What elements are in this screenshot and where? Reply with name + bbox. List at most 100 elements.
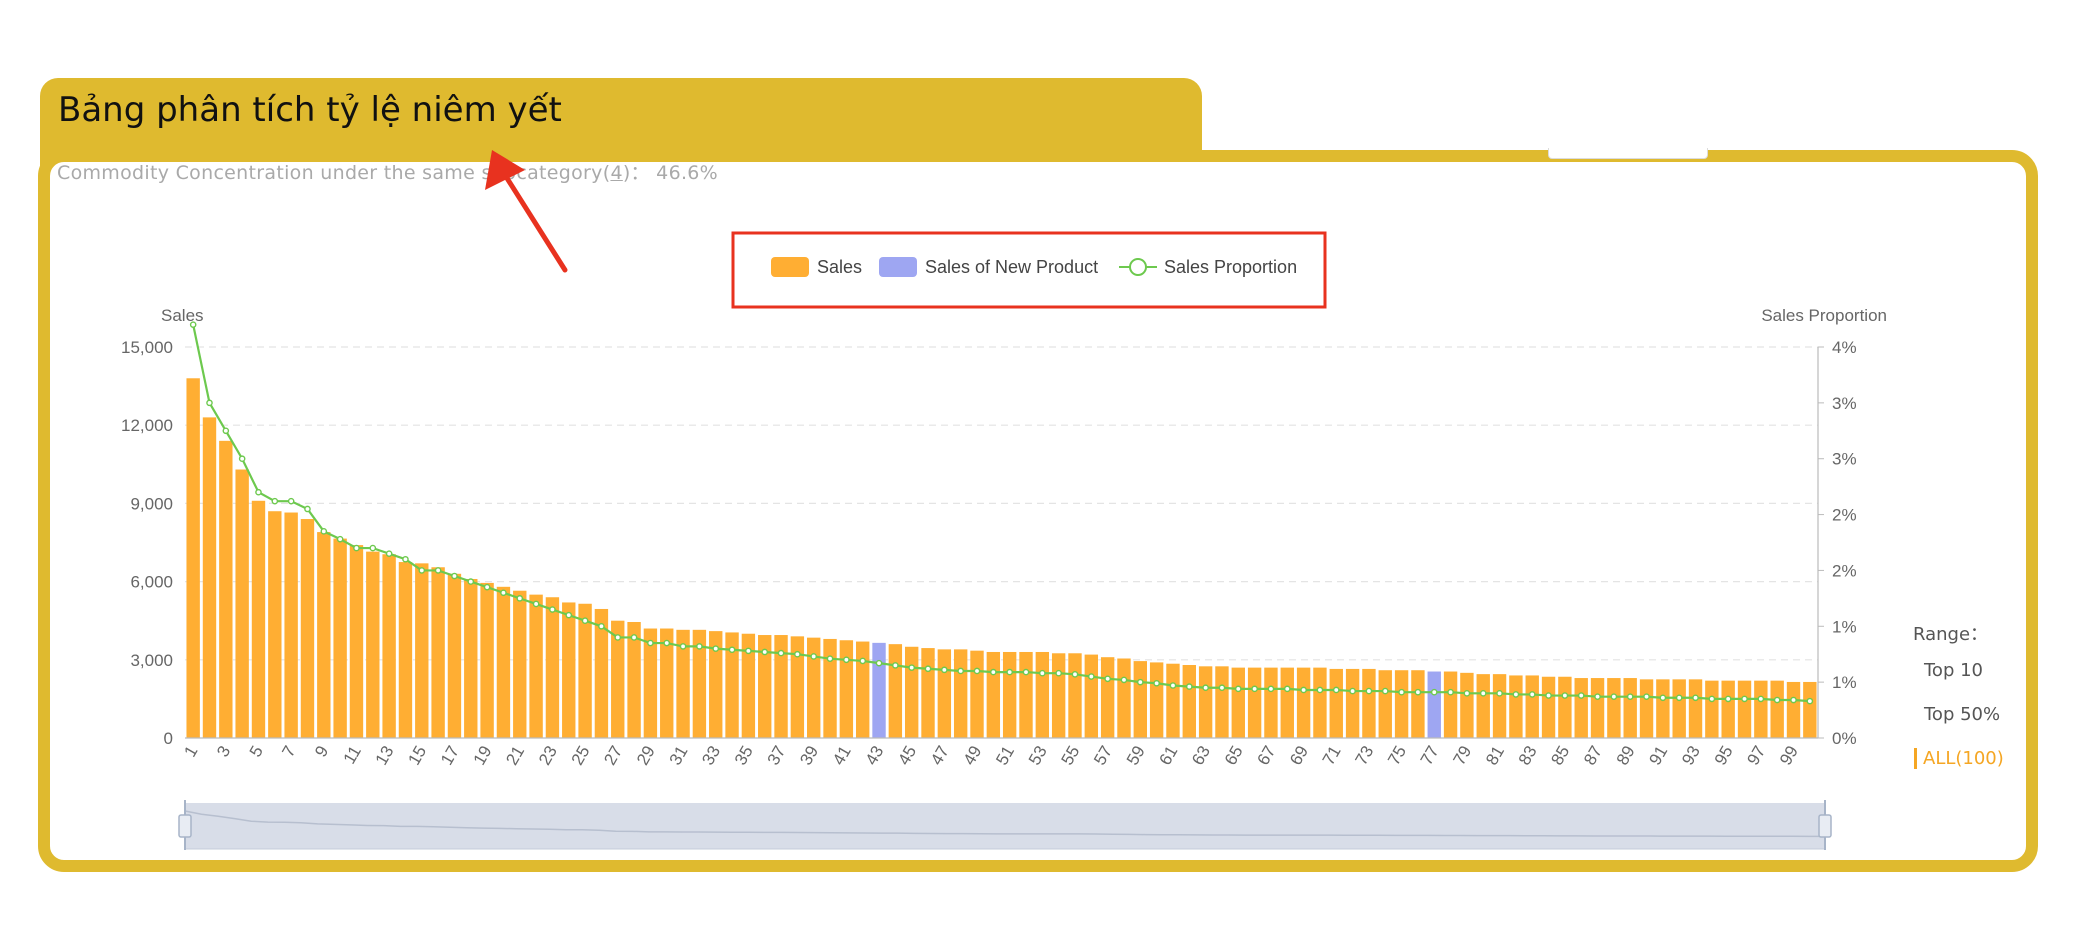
sales-bar <box>300 519 315 738</box>
y-tick-label-left: 9,000 <box>130 494 173 513</box>
sales-bar <box>1296 667 1311 738</box>
y-tick-label-right: 2% <box>1832 561 1857 580</box>
proportion-point <box>990 668 997 676</box>
proportion-point <box>1381 687 1389 695</box>
range-option-top50[interactable]: Top 50% <box>1924 704 2000 725</box>
x-tick-label: 29 <box>633 743 659 769</box>
sales-bar <box>1313 667 1327 738</box>
y-tick-label-right: 1% <box>1832 673 1857 692</box>
proportion-point <box>1218 684 1226 692</box>
sales-bar <box>937 649 952 738</box>
legend-label-proportion: Sales Proportion <box>1164 257 1297 277</box>
x-tick-label: 37 <box>764 743 790 769</box>
sales-bar <box>1786 681 1801 738</box>
x-tick-label: 87 <box>1580 743 1606 769</box>
x-tick-label: 5 <box>246 743 267 761</box>
proportion-point <box>924 665 932 673</box>
sales-bar <box>1607 678 1621 738</box>
x-tick-label: 25 <box>568 743 594 769</box>
proportion-point <box>467 578 475 585</box>
sales-bar <box>921 648 935 738</box>
range-option-top10[interactable]: Top 10 <box>1924 660 1983 681</box>
sales-bar <box>1558 676 1572 738</box>
y-tick-label-left: 12,000 <box>121 416 173 435</box>
x-tick-label: 39 <box>796 743 822 769</box>
sales-bar <box>202 417 217 738</box>
proportion-point <box>941 666 948 674</box>
sales-bar <box>888 644 903 738</box>
x-tick-label: 17 <box>437 743 463 769</box>
proportion-point <box>434 567 442 574</box>
proportion-point <box>630 634 638 641</box>
sales-bar <box>1133 661 1148 738</box>
new-product-bar <box>872 642 886 738</box>
range-option-all[interactable]: ALL(100) <box>1914 748 2004 769</box>
sales-bar <box>1460 672 1474 738</box>
x-tick-label: 55 <box>1058 743 1084 769</box>
y-tick-label-right: 4% <box>1832 338 1857 357</box>
proportion-point <box>320 528 328 535</box>
sales-bar <box>333 538 347 738</box>
chart-legend: Sales Sales of New Product Sales Proportio… <box>731 231 1327 309</box>
new-product-bar <box>1427 671 1441 738</box>
sales-bar <box>1525 675 1539 738</box>
x-tick-label: 67 <box>1253 743 1279 769</box>
proportion-point <box>206 399 213 407</box>
proportion-point <box>1120 676 1128 684</box>
legend-label-new-product: Sales of New Product <box>925 257 1098 277</box>
sales-bar <box>1754 680 1768 738</box>
range-label: Range： <box>1913 624 1989 645</box>
sales-bar <box>464 578 478 738</box>
proportion-point <box>1185 683 1193 690</box>
proportion-point <box>369 544 377 552</box>
proportion-point <box>1561 692 1569 699</box>
proportion-point <box>1659 694 1667 702</box>
proportion-point <box>189 321 197 328</box>
proportion-point <box>1512 691 1520 698</box>
proportion-point <box>1071 671 1079 678</box>
x-tick-label: 53 <box>1025 743 1051 769</box>
x-tick-label: 95 <box>1711 743 1737 769</box>
x-tick-label: 69 <box>1286 743 1312 769</box>
sales-bar <box>1623 678 1637 738</box>
sales-bars <box>186 378 1817 738</box>
x-axis-ticks: 1 3 5 7 9 11 13 15 17 19 21 23 25 27 29 31 33 35 37 39 41 43 4… <box>180 743 1802 769</box>
proportion-point <box>336 535 344 543</box>
gridlines <box>185 346 1818 661</box>
sales-bar <box>807 637 821 738</box>
proportion-point <box>238 455 246 463</box>
sales-bar <box>1378 670 1392 738</box>
proportion-point <box>565 611 573 619</box>
sales-bar <box>284 512 298 738</box>
sales-bar <box>1182 665 1196 738</box>
y-tick-label-left: 3,000 <box>130 651 173 670</box>
sales-bar <box>1803 681 1817 738</box>
proportion-point <box>516 595 524 602</box>
proportion-point <box>1545 692 1552 699</box>
y-tick-label-left: 15,000 <box>121 338 173 357</box>
sales-bar <box>366 551 380 738</box>
proportion-point <box>287 497 295 505</box>
proportion-point <box>1398 688 1405 696</box>
sales-bar <box>1084 654 1099 738</box>
sales-bar <box>1149 662 1164 738</box>
y-tick-label-right: 3% <box>1832 450 1857 469</box>
proportion-point <box>1283 685 1291 693</box>
proportion-point <box>1773 696 1781 704</box>
sales-bar <box>1672 679 1686 738</box>
proportion-point <box>696 643 703 650</box>
sales-bar <box>1737 680 1752 738</box>
sales-bar <box>1509 675 1523 738</box>
proportion-point <box>598 622 605 630</box>
sales-bar <box>1443 671 1458 738</box>
x-tick-label: 89 <box>1613 743 1639 769</box>
sales-bar <box>529 594 543 738</box>
x-tick-label: 73 <box>1351 743 1377 769</box>
sales-chart: 0 3,000 6,000 9,000 12,000 15,000 Sales 0% 1% 1%… <box>121 150 1887 850</box>
legend-swatch-sales <box>771 257 809 277</box>
y-tick-label-right: 3% <box>1832 394 1857 413</box>
axes <box>185 347 1819 739</box>
sales-bar <box>1019 651 1033 738</box>
y-tick-label-right: 0% <box>1832 729 1857 748</box>
proportion-point <box>1202 684 1209 692</box>
